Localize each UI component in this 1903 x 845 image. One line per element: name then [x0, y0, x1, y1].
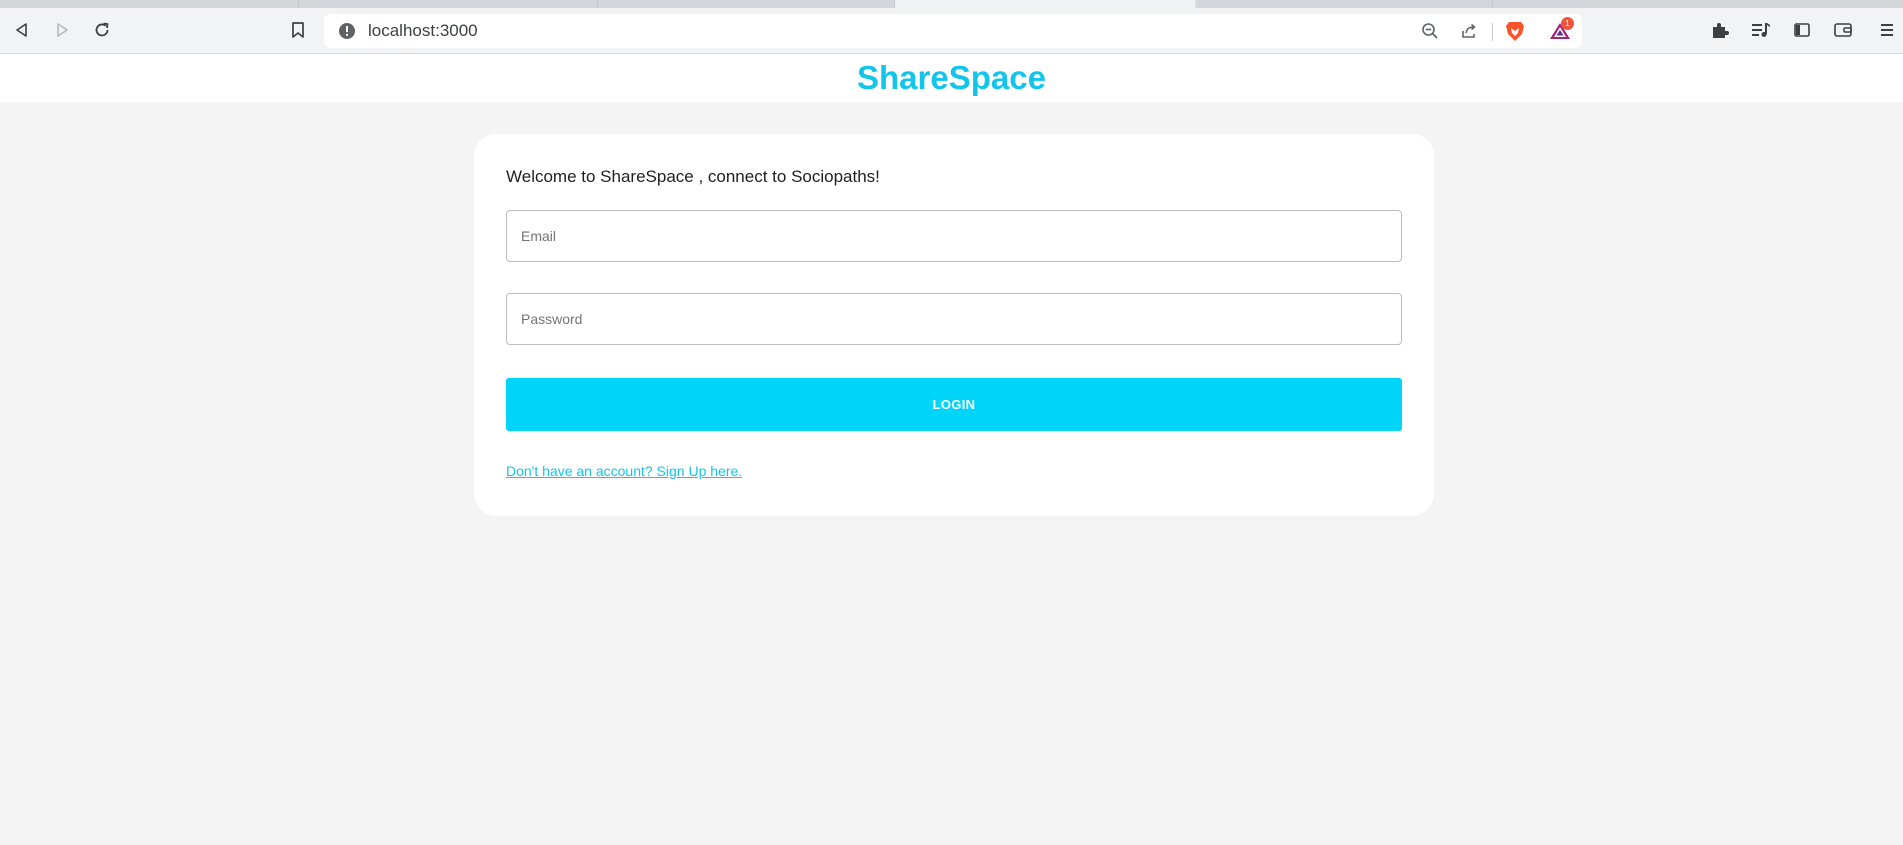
menu-icon[interactable]	[1876, 19, 1898, 41]
puzzle-piece-icon[interactable]	[1709, 19, 1731, 41]
tab-strip	[0, 0, 1903, 8]
browser-toolbar: localhost:3000 1	[0, 8, 1903, 54]
media-playlist-icon[interactable]	[1750, 19, 1772, 41]
site-header: ShareSpace	[0, 54, 1903, 102]
welcome-message: Welcome to ShareSpace , connect to Socio…	[506, 167, 880, 186]
toolbar-divider	[1492, 23, 1493, 41]
brand-logo-text[interactable]: ShareSpace	[857, 58, 1046, 98]
browser-tab[interactable]	[299, 0, 598, 8]
browser-tab[interactable]	[598, 0, 895, 8]
rewards-badge: 1	[1561, 17, 1574, 30]
info-icon[interactable]	[338, 22, 356, 40]
forward-arrow-icon[interactable]	[51, 19, 73, 41]
password-field[interactable]	[507, 294, 1401, 344]
login-card: Welcome to ShareSpace , connect to Socio…	[474, 134, 1434, 516]
browser-tab-active[interactable]	[895, 0, 1195, 8]
url-text[interactable]: localhost:3000	[368, 22, 478, 40]
brave-rewards-triangle-icon[interactable]: 1	[1549, 17, 1574, 41]
share-icon[interactable]	[1459, 21, 1479, 41]
reload-icon[interactable]	[91, 19, 113, 41]
browser-tab[interactable]	[1196, 0, 1493, 8]
password-field-wrapper	[506, 293, 1402, 345]
email-field-wrapper	[506, 210, 1402, 262]
back-arrow-icon[interactable]	[11, 19, 33, 41]
email-field[interactable]	[507, 211, 1401, 261]
sidebar-icon[interactable]	[1791, 19, 1813, 41]
address-bar[interactable]: localhost:3000 1	[324, 14, 1582, 48]
zoom-out-icon[interactable]	[1420, 21, 1440, 41]
browser-tab[interactable]	[0, 0, 299, 8]
brave-lion-icon[interactable]	[1505, 21, 1525, 41]
signup-link[interactable]: Don't have an account? Sign Up here.	[506, 463, 742, 479]
browser-tab[interactable]	[1493, 0, 1903, 8]
bookmark-icon[interactable]	[287, 19, 309, 41]
wallet-icon[interactable]	[1832, 19, 1854, 41]
login-button[interactable]: LOGIN	[506, 378, 1402, 431]
